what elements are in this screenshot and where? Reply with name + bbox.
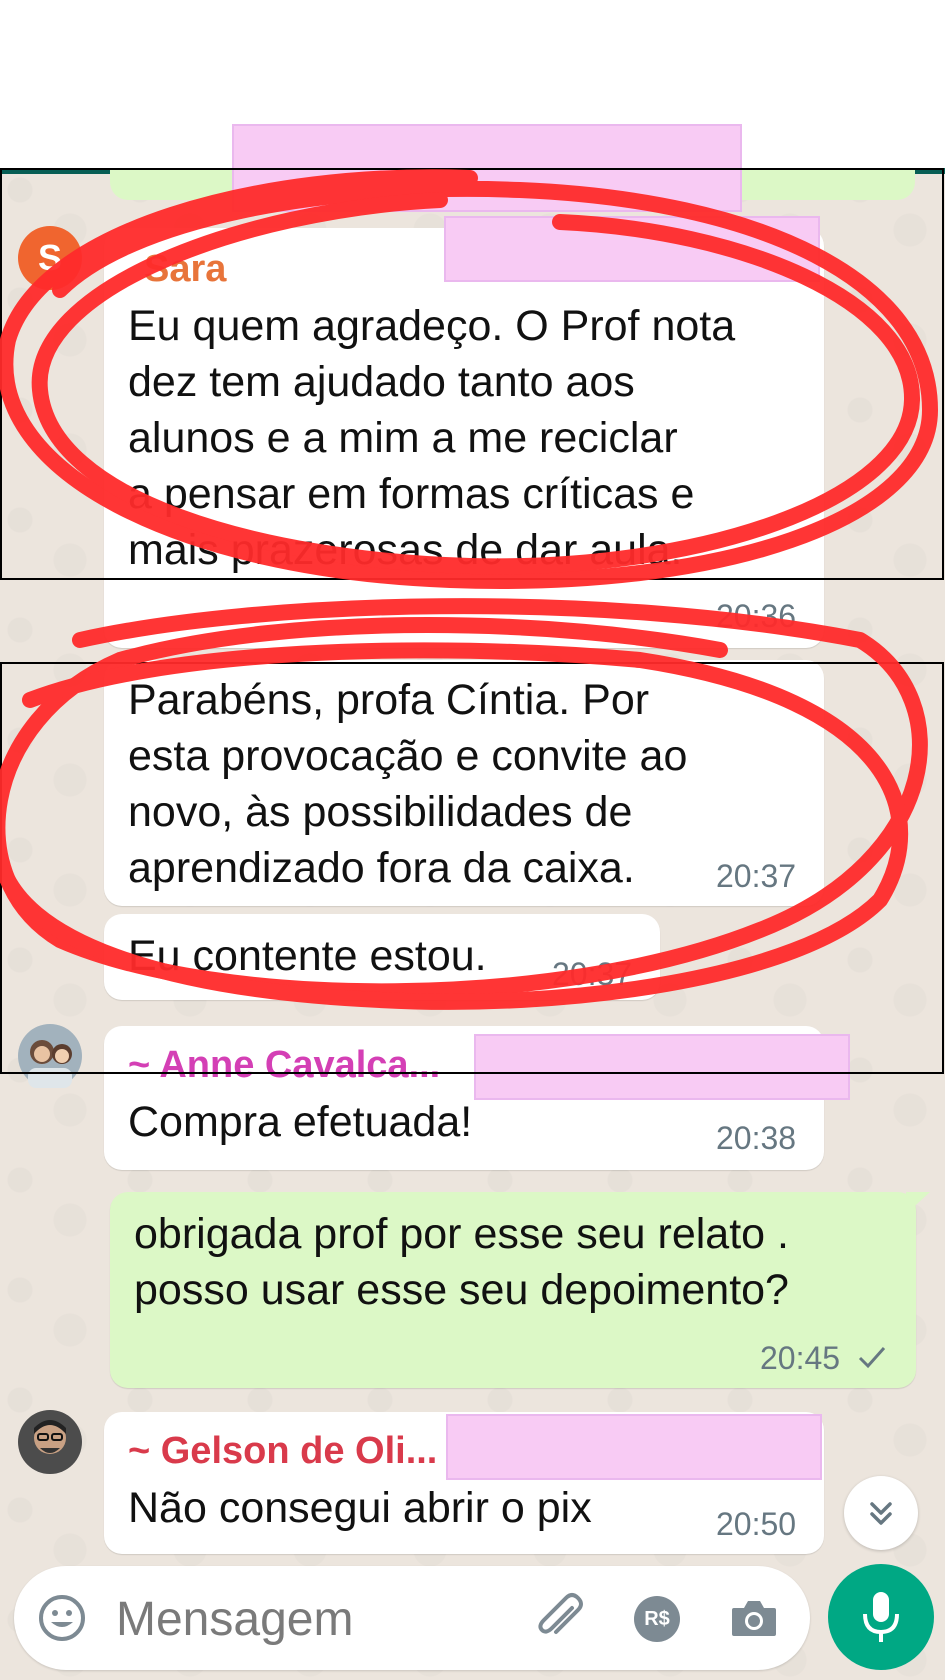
- scroll-down-icon: [870, 1502, 892, 1525]
- message-time: 20:50: [716, 1506, 797, 1542]
- message-text: Eu quem agradeço. O Prof nota dez tem aj…: [128, 302, 736, 574]
- message-text: Parabéns, profa Cíntia. Por esta provoca…: [128, 676, 688, 892]
- sender-name[interactable]: ~ Anne Cavalca...: [128, 1044, 440, 1087]
- message-bubble[interactable]: obrigada prof por esse seu relato . poss…: [110, 1192, 916, 1388]
- message-input-bar: R$: [14, 1566, 810, 1670]
- redaction-box: [232, 124, 742, 212]
- message-time: 20:38: [716, 1120, 797, 1156]
- message-time: 20:36: [716, 598, 797, 634]
- message-time: 20:37: [716, 858, 797, 894]
- message-time: 20:45: [760, 1340, 841, 1376]
- pix-payment-label: R$: [644, 1607, 670, 1630]
- pix-payment-icon[interactable]: R$: [634, 1596, 680, 1642]
- bubble-tail: [906, 1192, 930, 1214]
- redaction-box: [444, 216, 820, 282]
- sender-name[interactable]: ~ Gelson de Oli...: [128, 1430, 437, 1473]
- mic-icon: [863, 1592, 899, 1642]
- message-bubble[interactable]: Sara Eu quem agradeço. O Prof nota dez t…: [104, 228, 824, 648]
- message-bubble[interactable]: Parabéns, profa Cíntia. Por esta provoca…: [104, 660, 824, 906]
- message-text: Não consegui abrir o pix: [128, 1484, 592, 1532]
- avatar-photo-icon: [28, 1040, 72, 1088]
- message-text: obrigada prof por esse seu relato . poss…: [134, 1210, 789, 1314]
- attach-icon[interactable]: [532, 1590, 588, 1646]
- avatar-photo-icon: [34, 1420, 66, 1454]
- emoji-icon[interactable]: [36, 1592, 88, 1644]
- avatar-initial: S: [37, 237, 62, 278]
- voice-message-button[interactable]: [828, 1564, 934, 1670]
- message-text: Compra efetuada!: [128, 1098, 473, 1146]
- message-time: 20:37: [552, 956, 633, 992]
- avatar[interactable]: S: [18, 226, 82, 290]
- scroll-down-button[interactable]: [844, 1476, 918, 1550]
- camera-icon[interactable]: [728, 1594, 780, 1642]
- message-bubble[interactable]: Eu contente estou. 20:37: [104, 914, 660, 1000]
- avatar[interactable]: [18, 1024, 82, 1088]
- redaction-box: [474, 1034, 850, 1100]
- redaction-box: [446, 1414, 822, 1480]
- avatar[interactable]: [18, 1410, 82, 1474]
- message-input[interactable]: [114, 1586, 538, 1652]
- sender-name[interactable]: Sara: [144, 248, 226, 291]
- message-text: Eu contente estou.: [128, 932, 487, 980]
- check-icon: [858, 1347, 886, 1369]
